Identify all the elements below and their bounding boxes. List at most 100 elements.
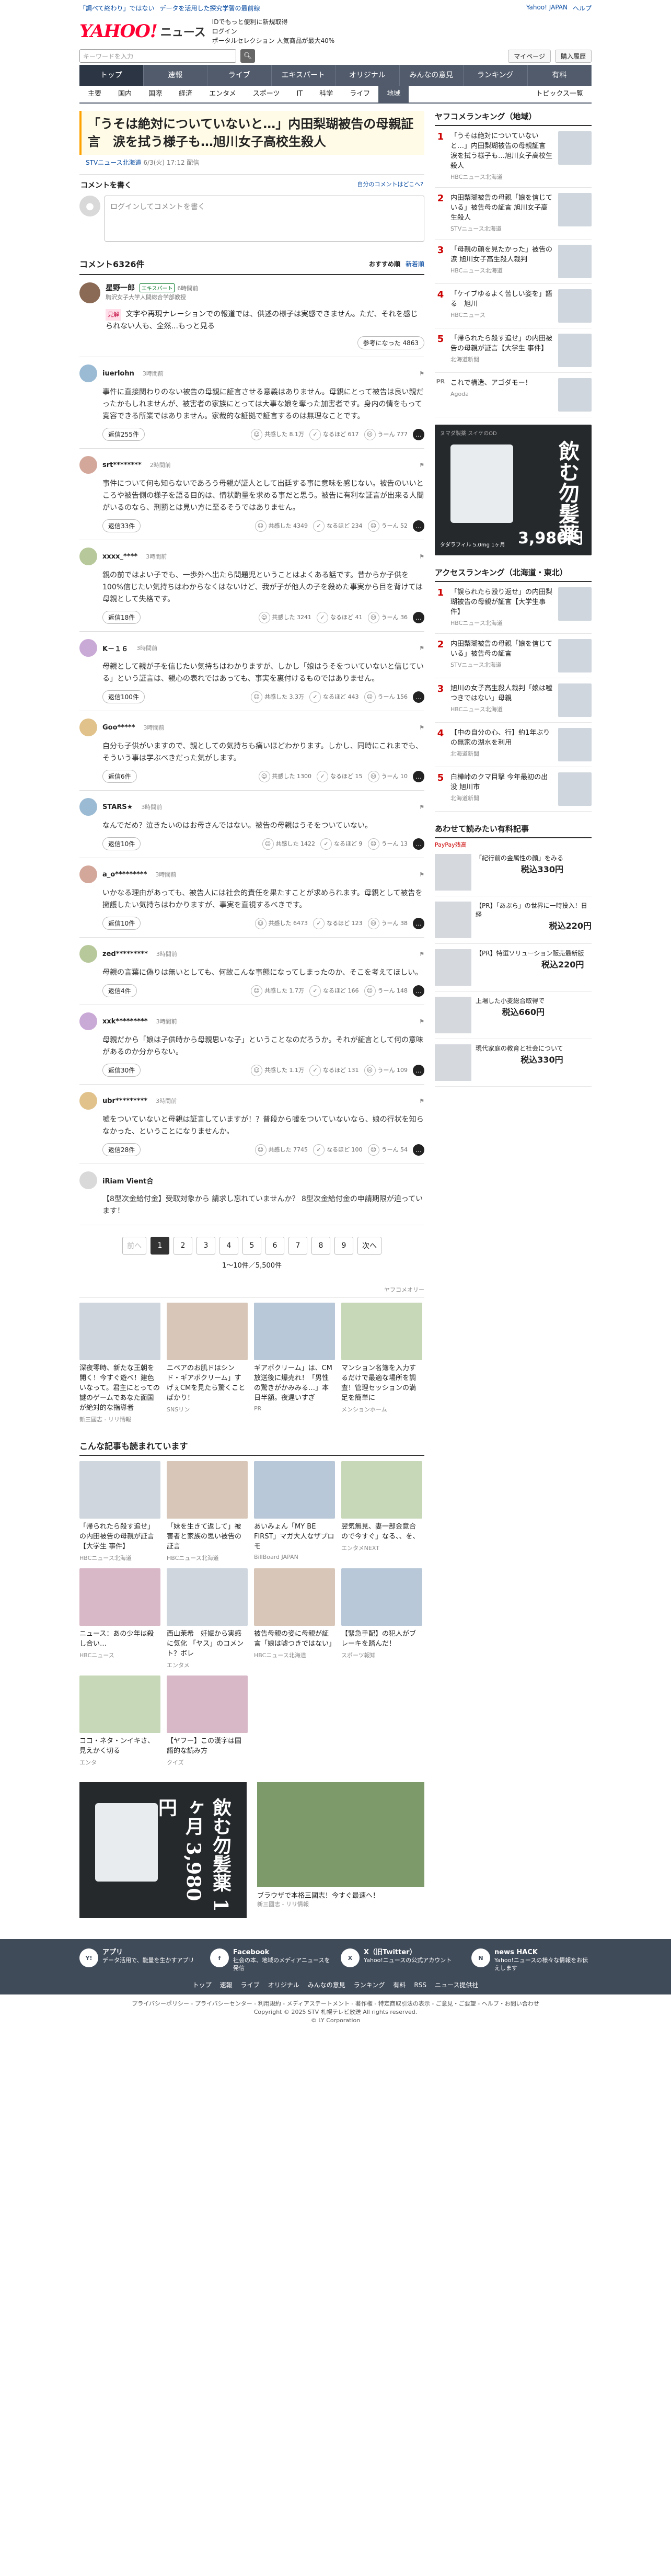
cat-sports[interactable]: スポーツ (245, 86, 288, 102)
sidebar-pr[interactable]: PR これで構造、アゴダモー！ Agoda (435, 373, 592, 417)
cat-economy[interactable]: 経済 (170, 86, 201, 102)
top-link-2[interactable]: データを活用した探究学習の最前線 (160, 4, 260, 13)
news-card[interactable]: ニベアのお肌ドはシンド・ギアボクリーム」すげぇCMを見たら驚くことばかり！ SNS… (167, 1303, 248, 1423)
agree-button[interactable]: ☺ 共感した 1.1万 (251, 1064, 304, 1076)
fair-button[interactable]: ✓ なるほど 617 (309, 428, 359, 440)
yahoo-logo[interactable]: YAHOO! (79, 21, 158, 42)
replies-button[interactable]: 返信100件 (102, 690, 145, 703)
footer-newshack[interactable]: N news HACK Yahoo!ニュースの様々な情報をお伝えします (471, 1948, 592, 1972)
sidebar-ad[interactable]: ヌマダ製薬 スイケのOD 飲む勿髪薬 タダラフィル 5.0mg 1ヶ月 3,98… (435, 425, 592, 555)
fair-button[interactable]: ✓ なるほど 166 (309, 985, 359, 997)
more-icon[interactable]: … (413, 770, 424, 782)
news-card[interactable]: 翌気無見、妻一部金意合ので今すぐ」なる、、を、 エンタメNEXT (341, 1461, 422, 1562)
cat-life[interactable]: ライフ (341, 86, 378, 102)
news-card[interactable]: ニュース：あの少年は殺し合い… HBCニュース (79, 1568, 160, 1669)
report-link[interactable]: ⚑ (419, 951, 424, 958)
comment-policy-link[interactable]: 自分のコメントはどこへ? (357, 180, 423, 190)
gnav-live[interactable]: ライブ (207, 65, 272, 86)
pager-page-8[interactable]: 8 (311, 1237, 330, 1255)
footer-nav-item[interactable]: オリジナル (268, 1981, 299, 1989)
commenter-avatar[interactable] (79, 364, 97, 382)
commenter-avatar[interactable] (79, 865, 97, 883)
footer-x[interactable]: X X（旧Twitter） Yahoo!ニュースの公式アカウント (341, 1948, 461, 1972)
promo-line-2[interactable]: ログイン (212, 27, 335, 36)
more-icon[interactable]: … (413, 691, 424, 703)
ranking-item[interactable]: 4 「ケイブゆるよく苦しい姿を」語る 旭川 HBCニュース (435, 284, 592, 328)
ranking-item[interactable]: 2 内田梨瑚被告の母親「娘を信じている」被告母の証言 旭川女子高生殺人 STVニュー… (435, 188, 592, 240)
replies-button[interactable]: 返信28件 (102, 1143, 141, 1156)
disagree-button[interactable]: ☹ うーん 148 (364, 985, 408, 997)
expert-like-button[interactable]: 参考になった 4863 (357, 336, 424, 349)
commenter-name[interactable]: STARS★ (102, 803, 133, 811)
footer-app[interactable]: Y! アプリ データ活用で、能量を生かすアプリ (79, 1948, 200, 1972)
purchase-history-button[interactable]: 購入履歴 (554, 49, 592, 63)
news-card[interactable]: 【緊急手配】の犯人がブレーキを踏んだ！ スポーツ報知 (341, 1568, 422, 1669)
ranking-item[interactable]: 3 旭川の女子高生殺人裁判「娘は嘘つきではない」母親 HBCニュース北海道 (435, 678, 592, 723)
commenter-avatar[interactable] (79, 798, 97, 816)
disagree-button[interactable]: ☹ うーん 109 (364, 1064, 408, 1076)
pager-page-6[interactable]: 6 (265, 1237, 284, 1255)
pager-page-9[interactable]: 9 (334, 1237, 353, 1255)
footer-facebook[interactable]: f Facebook 社会の本、地域のメディアニュースを発信 (210, 1948, 330, 1972)
sort-newest[interactable]: 新着順 (406, 259, 424, 268)
top-link-1[interactable]: 「調べて終わり」ではない (79, 4, 155, 13)
ranking-item[interactable]: 5 「帰られたら殺す追せ」の内田被告の母親が証言【大学生 事件】 北海道新聞 (435, 328, 592, 373)
report-link[interactable]: ⚑ (419, 462, 424, 469)
footer-nav-item[interactable]: 速報 (220, 1981, 233, 1989)
commenter-avatar[interactable] (79, 719, 97, 736)
fair-button[interactable]: ✓ なるほど 131 (309, 1064, 359, 1076)
cat-it[interactable]: IT (288, 86, 311, 102)
commenter-avatar[interactable] (79, 639, 97, 657)
more-icon[interactable]: … (413, 520, 424, 532)
commenter-avatar[interactable] (79, 1092, 97, 1110)
footer-nav-item[interactable]: ニュース提供社 (435, 1981, 478, 1989)
replies-button[interactable]: 返信10件 (102, 917, 141, 930)
news-card[interactable]: マンション名簿を入力するだけで最適な場所を調査！管理セッションの満足を簡単に メン… (341, 1303, 422, 1423)
ranking-item[interactable]: 1 「誤られたら殴り返せ」の内田梨瑚被告の母親が証言【大学生事件】 HBCニュース北… (435, 582, 592, 634)
bottom-ad-1[interactable]: 飲む勿髪薬 1ヶ月 3,980円 (79, 1782, 247, 1918)
yahoo-japan-link[interactable]: Yahoo! JAPAN (526, 4, 568, 13)
pager-page-4[interactable]: 4 (219, 1237, 238, 1255)
agree-button[interactable]: ☺ 共感した 6473 (254, 917, 308, 929)
commenter-name[interactable]: a_o********* (102, 871, 147, 879)
ranking-item[interactable]: 3 「母親の顔を見たかった」被告の涙 旭川女子高生殺人裁判 HBCニュース北海道 (435, 240, 592, 284)
replies-button[interactable]: 返信30件 (102, 1064, 141, 1077)
mypage-button[interactable]: マイページ (508, 49, 551, 63)
pager-page-5[interactable]: 5 (242, 1237, 261, 1255)
fair-button[interactable]: ✓ なるほど 100 (313, 1144, 363, 1156)
commenter-name[interactable]: srt******** (102, 461, 142, 469)
disagree-button[interactable]: ☹ うーん 13 (367, 838, 408, 850)
bottom-ad-2[interactable]: ブラウザで本格三國志！今すぐ最速へ！ 新三國志 - リリ情報 (257, 1782, 424, 1918)
commenter-name[interactable]: ubr********* (102, 1097, 147, 1105)
disagree-button[interactable]: ☹ うーん 38 (367, 917, 408, 929)
pager-prev[interactable]: 前へ (122, 1237, 146, 1255)
agree-button[interactable]: ☺ 共感した 8.1万 (251, 428, 304, 440)
more-icon[interactable]: … (413, 917, 424, 929)
replies-button[interactable]: 返信255件 (102, 428, 145, 441)
pager-page-7[interactable]: 7 (288, 1237, 307, 1255)
report-link[interactable]: ⚑ (419, 804, 424, 811)
news-card[interactable]: あいみょん「MY BE FIRST」マガ大人なザプロモ BillBoard JAP… (254, 1461, 335, 1562)
disagree-button[interactable]: ☹ うーん 10 (367, 770, 408, 782)
article-title[interactable]: 「うそは絶対についていないと…」内田梨瑚被告の母親証言 涙を拭う様子も…旭川女子… (79, 111, 424, 155)
search-button[interactable]: 🔍︎ (240, 49, 255, 63)
cat-domestic[interactable]: 国内 (110, 86, 140, 102)
more-icon[interactable]: … (413, 985, 424, 997)
help-link[interactable]: ヘルプ (573, 4, 592, 13)
ad-comment[interactable]: iRiam Vient合 【8型次金給付金】受取対象から 請求し忘れていませんか… (79, 1164, 424, 1225)
commenter-name[interactable]: K－１６ (102, 643, 128, 653)
gnav-original[interactable]: オリジナル (336, 65, 400, 86)
commenter-name[interactable]: iuerlohn (102, 370, 134, 378)
footer-nav-item[interactable]: みんなの意見 (308, 1981, 345, 1989)
agree-button[interactable]: ☺ 共感した 4349 (254, 520, 308, 532)
commenter-name[interactable]: zed********* (102, 950, 148, 958)
fair-button[interactable]: ✓ なるほど 234 (313, 520, 363, 532)
ranking-item[interactable]: 4 【中の自分の心、行】約1年ぶりの無家の湖水を利用 北海道新聞 (435, 723, 592, 767)
paid-article-item[interactable]: 現代家庭の教育と社会について 税込330円 (435, 1039, 592, 1087)
news-card[interactable]: 【ヤフー】この漢字は国語的な読み方 クイズ (167, 1675, 248, 1766)
expert-name[interactable]: 星野一郎 (106, 284, 135, 292)
footer-nav-item[interactable]: ランキング (354, 1981, 385, 1989)
pager-page-1[interactable]: 1 (151, 1237, 169, 1255)
article-source[interactable]: STVニュース北海道 (86, 159, 142, 166)
report-link[interactable]: ⚑ (419, 724, 424, 731)
